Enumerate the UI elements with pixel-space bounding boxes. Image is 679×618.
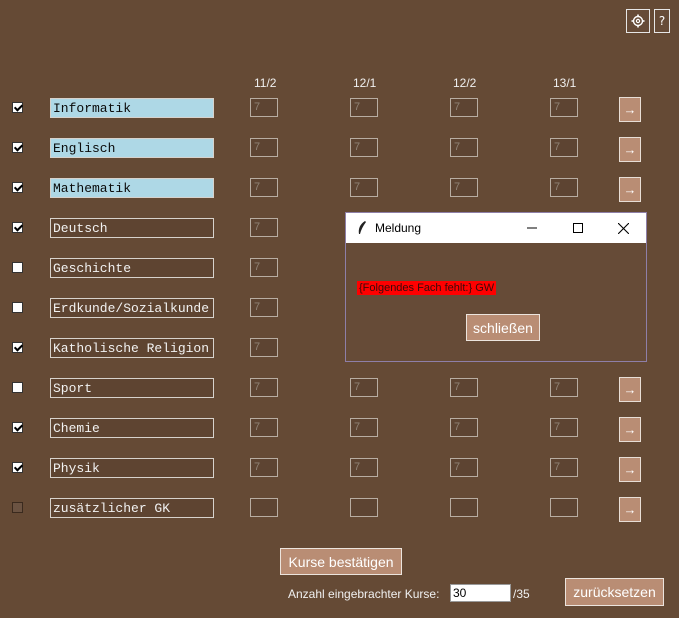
semester-grade-field[interactable]: 7	[550, 98, 578, 117]
arrow-button[interactable]: →	[619, 97, 641, 122]
semester-grade-field[interactable]: 7	[450, 418, 478, 437]
subject-name-field[interactable]: Erdkunde/Sozialkunde	[50, 298, 214, 318]
maximize-icon	[573, 223, 583, 233]
semester-grade-field[interactable]: 7	[250, 338, 278, 357]
semester-grade-field[interactable]: 7	[350, 98, 378, 117]
subject-name-field[interactable]: zusätzlicher GK	[50, 498, 214, 518]
subject-checkbox[interactable]	[12, 182, 23, 193]
semester-grade-field[interactable]: 7	[250, 418, 278, 437]
semester-grade-field[interactable]: 7	[550, 378, 578, 397]
semester-grade-field[interactable]	[550, 498, 578, 517]
subject-checkbox[interactable]	[12, 342, 23, 353]
semester-header-11-2: 11/2	[254, 76, 277, 90]
semester-grade-field[interactable]	[450, 498, 478, 517]
arrow-button[interactable]: →	[619, 417, 641, 442]
subject-name-field[interactable]: Mathematik	[50, 178, 214, 198]
settings-button[interactable]	[626, 9, 650, 33]
subject-name-field[interactable]: Physik	[50, 458, 214, 478]
semester-grade-field[interactable]: 7	[250, 138, 278, 157]
semester-header-12-2: 12/2	[453, 76, 477, 90]
subject-checkbox[interactable]	[12, 222, 23, 233]
arrow-button[interactable]: →	[619, 457, 641, 482]
dialog-titlebar[interactable]: Meldung	[346, 213, 646, 243]
semester-grade-field[interactable]: 7	[550, 178, 578, 197]
subject-name-field[interactable]: Katholische Religion	[50, 338, 214, 358]
arrow-button[interactable]: →	[619, 177, 641, 202]
subject-name-field[interactable]: Deutsch	[50, 218, 214, 238]
dialog-title: Meldung	[375, 221, 422, 235]
semester-grade-field[interactable]: 7	[450, 458, 478, 477]
arrow-button[interactable]: →	[619, 137, 641, 162]
semester-grade-field[interactable]: 7	[450, 98, 478, 117]
close-icon	[617, 222, 629, 234]
semester-grade-field[interactable]: 7	[250, 98, 278, 117]
semester-grade-field[interactable]: 7	[550, 418, 578, 437]
semester-grade-field[interactable]: 7	[350, 178, 378, 197]
close-window-button[interactable]	[600, 213, 646, 243]
semester-grade-field[interactable]: 7	[550, 138, 578, 157]
confirm-courses-button[interactable]: Kurse bestätigen	[280, 548, 402, 575]
maximize-button[interactable]	[555, 213, 601, 243]
semester-grade-field[interactable]: 7	[450, 378, 478, 397]
arrow-button[interactable]: →	[619, 497, 641, 522]
course-count-input[interactable]: 30	[450, 584, 511, 602]
subject-checkbox[interactable]	[12, 502, 23, 513]
subject-checkbox[interactable]	[12, 422, 23, 433]
course-count-label: Anzahl eingebrachter Kurse:	[288, 587, 440, 601]
course-count-total: /35	[513, 587, 530, 601]
subject-checkbox[interactable]	[12, 302, 23, 313]
semester-grade-field[interactable]: 7	[250, 458, 278, 477]
subject-checkbox[interactable]	[12, 142, 23, 153]
semester-grade-field[interactable]: 7	[350, 378, 378, 397]
help-button[interactable]: ?	[654, 9, 670, 33]
gear-icon	[631, 14, 645, 28]
feather-icon	[358, 221, 366, 234]
semester-grade-field[interactable]: 7	[350, 458, 378, 477]
semester-grade-field[interactable]: 7	[250, 298, 278, 317]
semester-grade-field[interactable]: 7	[350, 138, 378, 157]
minimize-icon	[527, 227, 537, 229]
subject-name-field[interactable]: Chemie	[50, 418, 214, 438]
semester-grade-field[interactable]: 7	[250, 218, 278, 237]
semester-grade-field[interactable]	[350, 498, 378, 517]
subject-checkbox[interactable]	[12, 102, 23, 113]
semester-grade-field[interactable]	[250, 498, 278, 517]
message-dialog: Meldung {Folgendes Fach fehlt:} GW schli…	[345, 212, 647, 362]
semester-header-12-1: 12/1	[353, 76, 377, 90]
semester-grade-field[interactable]: 7	[550, 458, 578, 477]
subject-checkbox[interactable]	[12, 462, 23, 473]
subject-name-field[interactable]: Sport	[50, 378, 214, 398]
semester-grade-field[interactable]: 7	[250, 378, 278, 397]
semester-grade-field[interactable]: 7	[250, 258, 278, 277]
subject-checkbox[interactable]	[12, 382, 23, 393]
semester-header-13-1: 13/1	[553, 76, 577, 90]
semester-grade-field[interactable]: 7	[350, 418, 378, 437]
subject-name-field[interactable]: Geschichte	[50, 258, 214, 278]
semester-grade-field[interactable]: 7	[450, 178, 478, 197]
semester-grade-field[interactable]: 7	[250, 178, 278, 197]
subject-name-field[interactable]: Informatik	[50, 98, 214, 118]
semester-grade-field[interactable]: 7	[450, 138, 478, 157]
reset-button[interactable]: zurücksetzen	[565, 578, 664, 606]
dialog-close-button[interactable]: schließen	[466, 314, 540, 341]
subject-name-field[interactable]: Englisch	[50, 138, 214, 158]
arrow-button[interactable]: →	[619, 377, 641, 402]
subject-checkbox[interactable]	[12, 262, 23, 273]
error-message: {Folgendes Fach fehlt:} GW	[357, 281, 497, 295]
minimize-button[interactable]	[509, 213, 555, 243]
